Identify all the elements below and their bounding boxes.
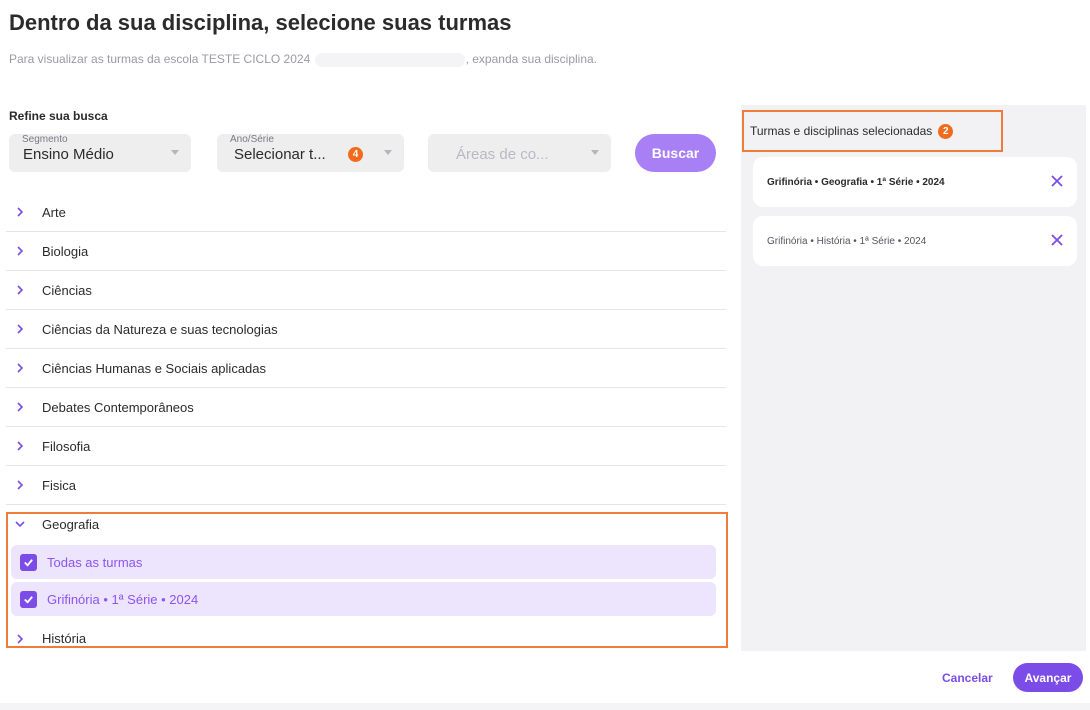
discipline-label: Ciências bbox=[42, 282, 92, 298]
discipline-label: Ciências Humanas e Sociais aplicadas bbox=[42, 360, 267, 376]
checkbox-checked-icon[interactable] bbox=[20, 590, 37, 608]
chevron-right-icon bbox=[14, 440, 32, 452]
discipline-row[interactable]: Arte bbox=[6, 193, 726, 232]
discipline-label: Geografia bbox=[42, 516, 100, 532]
chevron-down-icon bbox=[591, 150, 599, 155]
checkbox-checked-icon[interactable] bbox=[20, 553, 37, 571]
chevron-down-icon bbox=[171, 150, 179, 155]
redacted-school-name bbox=[314, 52, 465, 67]
footer bbox=[0, 651, 1090, 710]
chevron-down-icon bbox=[384, 150, 392, 155]
discipline-label: História bbox=[42, 631, 87, 646]
close-icon[interactable] bbox=[1050, 174, 1064, 188]
chevron-right-icon bbox=[14, 633, 32, 645]
refine-label: Refine sua busca bbox=[9, 109, 108, 123]
ano-serie-label: Ano/Série bbox=[230, 134, 274, 145]
subtitle-prefix: Para visualizar as turmas da escola TEST… bbox=[9, 52, 311, 66]
ano-serie-count-badge: 4 bbox=[348, 147, 363, 162]
discipline-label: Ciências da Natureza e suas tecnologias bbox=[42, 321, 278, 337]
selected-item-label: Grifinória • Geografia • 1ª Série • 2024 bbox=[767, 176, 945, 188]
discipline-row[interactable]: Ciências Humanas e Sociais aplicadas bbox=[6, 349, 726, 388]
option-label: Todas as turmas bbox=[47, 554, 143, 570]
selected-panel-title: Turmas e disciplinas selecionadas 2 bbox=[742, 110, 1003, 152]
segmento-value: Ensino Médio bbox=[23, 146, 114, 163]
selected-item-card: Grifinória • História • 1ª Série • 2024 bbox=[753, 216, 1077, 266]
option-all-classes[interactable]: Todas as turmas bbox=[11, 545, 716, 579]
chevron-right-icon bbox=[14, 284, 32, 296]
selected-count-badge: 2 bbox=[938, 123, 954, 139]
page-subtitle: Para visualizar as turmas da escola TEST… bbox=[9, 52, 597, 67]
subtitle-suffix: , expanda sua disciplina. bbox=[465, 52, 598, 66]
cancel-button[interactable]: Cancelar bbox=[936, 666, 999, 690]
option-label: Grifinória • 1ª Série • 2024 bbox=[47, 591, 199, 607]
search-button[interactable]: Buscar bbox=[635, 134, 716, 172]
discipline-label: Arte bbox=[42, 204, 66, 220]
chevron-right-icon bbox=[14, 401, 32, 413]
selected-panel-title-text: Turmas e disciplinas selecionadas bbox=[750, 124, 933, 138]
discipline-row[interactable]: Fisica bbox=[6, 466, 726, 505]
discipline-label: Debates Contemporâneos bbox=[42, 399, 194, 415]
discipline-row-geografia[interactable]: Geografia bbox=[6, 505, 726, 543]
discipline-row[interactable]: Ciências bbox=[6, 271, 726, 310]
next-button[interactable]: Avançar bbox=[1013, 663, 1083, 692]
close-icon[interactable] bbox=[1050, 233, 1064, 247]
discipline-row[interactable]: Debates Contemporâneos bbox=[6, 388, 726, 427]
discipline-row[interactable]: Filosofia bbox=[6, 427, 726, 466]
discipline-label: Biologia bbox=[42, 243, 89, 259]
discipline-row[interactable]: Ciências da Natureza e suas tecnologias bbox=[6, 310, 726, 349]
option-class[interactable]: Grifinória • 1ª Série • 2024 bbox=[11, 582, 716, 616]
areas-select[interactable]: Áreas de co... bbox=[428, 134, 611, 172]
footer-strip bbox=[0, 703, 1090, 710]
segmento-label: Segmento bbox=[22, 134, 68, 145]
chevron-right-icon bbox=[14, 323, 32, 335]
areas-placeholder: Áreas de co... bbox=[456, 146, 549, 163]
discipline-row[interactable]: Biologia bbox=[6, 232, 726, 271]
chevron-right-icon bbox=[14, 479, 32, 491]
ano-serie-value: Selecionar t... bbox=[234, 146, 326, 163]
selected-panel: Turmas e disciplinas selecionadas 2 Grif… bbox=[741, 105, 1086, 651]
chevron-right-icon bbox=[14, 362, 32, 374]
discipline-list: Arte Biologia Ciências Ciências da Natureza… bbox=[6, 193, 726, 658]
page-title: Dentro da sua disciplina, selecione suas… bbox=[9, 10, 512, 35]
chevron-right-icon bbox=[14, 245, 32, 257]
chevron-right-icon bbox=[14, 206, 32, 218]
selected-item-card: Grifinória • Geografia • 1ª Série • 2024 bbox=[753, 157, 1077, 207]
chevron-down-icon bbox=[14, 518, 32, 530]
discipline-label: Filosofia bbox=[42, 438, 91, 454]
discipline-label: Fisica bbox=[42, 477, 76, 493]
ano-serie-select[interactable]: Ano/Série Selecionar t... 4 bbox=[217, 134, 404, 172]
segmento-select[interactable]: Segmento Ensino Médio bbox=[9, 134, 191, 172]
selected-item-label: Grifinória • História • 1ª Série • 2024 bbox=[767, 235, 927, 247]
